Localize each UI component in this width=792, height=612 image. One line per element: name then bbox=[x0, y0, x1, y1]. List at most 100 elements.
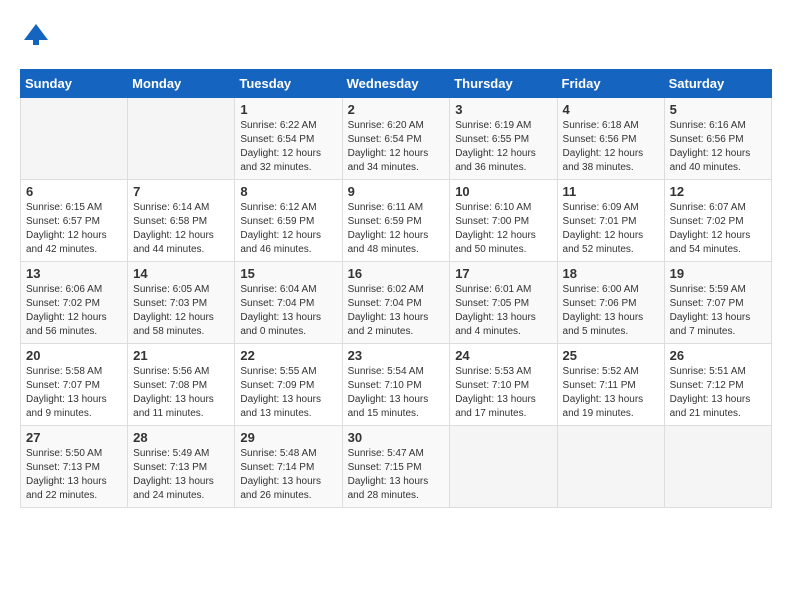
day-detail: Sunrise: 6:22 AM Sunset: 6:54 PM Dayligh… bbox=[240, 119, 336, 175]
calendar-cell: 14 Sunrise: 6:05 AM Sunset: 7:03 PM Dayli… bbox=[128, 262, 235, 344]
day-number: 5 bbox=[670, 102, 766, 117]
calendar-week-4: 20Sunrise: 5:58 AM Sunset: 7:07 PM Dayli… bbox=[21, 344, 772, 426]
day-detail: Sunrise: 6:09 AM Sunset: 7:01 PM Dayligh… bbox=[563, 201, 659, 257]
day-number: 23 bbox=[348, 348, 445, 363]
day-detail: Sunrise: 6:06 AM Sunset: 7:02 PM Dayligh… bbox=[26, 283, 122, 339]
calendar-cell: 1 Sunrise: 6:22 AM Sunset: 6:54 PM Daylig… bbox=[235, 98, 342, 180]
day-number: 9 bbox=[348, 184, 445, 199]
calendar-header-thursday: Thursday bbox=[450, 70, 557, 98]
day-number: 17 bbox=[455, 266, 551, 281]
calendar-cell: 18 Sunrise: 6:00 AM Sunset: 7:06 PM Dayli… bbox=[557, 262, 664, 344]
day-detail: Sunrise: 6:00 AM Sunset: 7:06 PM Dayligh… bbox=[563, 283, 659, 339]
calendar-cell: 25Sunrise: 5:52 AM Sunset: 7:11 PM Dayli… bbox=[557, 344, 664, 426]
day-number: 11 bbox=[563, 184, 659, 199]
day-number: 21 bbox=[133, 348, 229, 363]
day-number: 10 bbox=[455, 184, 551, 199]
calendar-cell: 3 Sunrise: 6:19 AM Sunset: 6:55 PM Daylig… bbox=[450, 98, 557, 180]
day-number: 2 bbox=[348, 102, 445, 117]
calendar-cell: 22 Sunrise: 5:55 AM Sunset: 7:09 PM Dayli… bbox=[235, 344, 342, 426]
day-detail: Sunrise: 5:47 AM Sunset: 7:15 PM Dayligh… bbox=[348, 447, 445, 503]
calendar-cell bbox=[664, 426, 771, 508]
day-detail: Sunrise: 5:50 AM Sunset: 7:13 PM Dayligh… bbox=[26, 447, 122, 503]
calendar-header-saturday: Saturday bbox=[664, 70, 771, 98]
calendar-table: SundayMondayTuesdayWednesdayThursdayFrid… bbox=[20, 69, 772, 508]
day-detail: Sunrise: 5:49 AM Sunset: 7:13 PM Dayligh… bbox=[133, 447, 229, 503]
calendar-cell: 19 Sunrise: 5:59 AM Sunset: 7:07 PM Dayli… bbox=[664, 262, 771, 344]
day-number: 4 bbox=[563, 102, 659, 117]
day-detail: Sunrise: 5:53 AM Sunset: 7:10 PM Dayligh… bbox=[455, 365, 551, 421]
calendar-cell: 24 Sunrise: 5:53 AM Sunset: 7:10 PM Dayli… bbox=[450, 344, 557, 426]
day-detail: Sunrise: 6:05 AM Sunset: 7:03 PM Dayligh… bbox=[133, 283, 229, 339]
day-number: 22 bbox=[240, 348, 336, 363]
calendar-cell: 4 Sunrise: 6:18 AM Sunset: 6:56 PM Daylig… bbox=[557, 98, 664, 180]
calendar-cell: 27 Sunrise: 5:50 AM Sunset: 7:13 PM Dayli… bbox=[21, 426, 128, 508]
calendar-header-sunday: Sunday bbox=[21, 70, 128, 98]
day-detail: Sunrise: 6:07 AM Sunset: 7:02 PM Dayligh… bbox=[670, 201, 766, 257]
day-detail: Sunrise: 6:15 AM Sunset: 6:57 PM Dayligh… bbox=[26, 201, 122, 257]
day-detail: Sunrise: 6:02 AM Sunset: 7:04 PM Dayligh… bbox=[348, 283, 445, 339]
calendar-cell: 16 Sunrise: 6:02 AM Sunset: 7:04 PM Dayli… bbox=[342, 262, 450, 344]
day-number: 18 bbox=[563, 266, 659, 281]
calendar-cell: 21 Sunrise: 5:56 AM Sunset: 7:08 PM Dayli… bbox=[128, 344, 235, 426]
calendar-cell: 20Sunrise: 5:58 AM Sunset: 7:07 PM Dayli… bbox=[21, 344, 128, 426]
day-number: 26 bbox=[670, 348, 766, 363]
day-detail: Sunrise: 6:20 AM Sunset: 6:54 PM Dayligh… bbox=[348, 119, 445, 175]
day-number: 29 bbox=[240, 430, 336, 445]
calendar-cell bbox=[128, 98, 235, 180]
calendar-cell: 13 Sunrise: 6:06 AM Sunset: 7:02 PM Dayli… bbox=[21, 262, 128, 344]
day-detail: Sunrise: 6:10 AM Sunset: 7:00 PM Dayligh… bbox=[455, 201, 551, 257]
day-detail: Sunrise: 6:01 AM Sunset: 7:05 PM Dayligh… bbox=[455, 283, 551, 339]
day-detail: Sunrise: 6:19 AM Sunset: 6:55 PM Dayligh… bbox=[455, 119, 551, 175]
day-number: 13 bbox=[26, 266, 122, 281]
day-number: 3 bbox=[455, 102, 551, 117]
calendar-cell: 2 Sunrise: 6:20 AM Sunset: 6:54 PM Daylig… bbox=[342, 98, 450, 180]
calendar-header-wednesday: Wednesday bbox=[342, 70, 450, 98]
day-detail: Sunrise: 5:59 AM Sunset: 7:07 PM Dayligh… bbox=[670, 283, 766, 339]
day-number: 15 bbox=[240, 266, 336, 281]
calendar-cell: 12 Sunrise: 6:07 AM Sunset: 7:02 PM Dayli… bbox=[664, 180, 771, 262]
day-number: 12 bbox=[670, 184, 766, 199]
day-detail: Sunrise: 5:56 AM Sunset: 7:08 PM Dayligh… bbox=[133, 365, 229, 421]
logo bbox=[20, 20, 50, 53]
calendar-cell: 15 Sunrise: 6:04 AM Sunset: 7:04 PM Dayli… bbox=[235, 262, 342, 344]
calendar-cell: 7Sunrise: 6:14 AM Sunset: 6:58 PM Daylig… bbox=[128, 180, 235, 262]
day-detail: Sunrise: 6:04 AM Sunset: 7:04 PM Dayligh… bbox=[240, 283, 336, 339]
day-detail: Sunrise: 5:51 AM Sunset: 7:12 PM Dayligh… bbox=[670, 365, 766, 421]
day-detail: Sunrise: 5:55 AM Sunset: 7:09 PM Dayligh… bbox=[240, 365, 336, 421]
day-detail: Sunrise: 6:11 AM Sunset: 6:59 PM Dayligh… bbox=[348, 201, 445, 257]
day-number: 19 bbox=[670, 266, 766, 281]
page-header bbox=[20, 20, 772, 53]
calendar-cell: 30 Sunrise: 5:47 AM Sunset: 7:15 PM Dayli… bbox=[342, 426, 450, 508]
calendar-header-friday: Friday bbox=[557, 70, 664, 98]
calendar-header-tuesday: Tuesday bbox=[235, 70, 342, 98]
day-number: 30 bbox=[348, 430, 445, 445]
calendar-cell: 8Sunrise: 6:12 AM Sunset: 6:59 PM Daylig… bbox=[235, 180, 342, 262]
calendar-header-row: SundayMondayTuesdayWednesdayThursdayFrid… bbox=[21, 70, 772, 98]
calendar-cell: 28Sunrise: 5:49 AM Sunset: 7:13 PM Dayli… bbox=[128, 426, 235, 508]
day-number: 14 bbox=[133, 266, 229, 281]
calendar-cell: 10 Sunrise: 6:10 AM Sunset: 7:00 PM Dayli… bbox=[450, 180, 557, 262]
calendar-cell: 26 Sunrise: 5:51 AM Sunset: 7:12 PM Dayli… bbox=[664, 344, 771, 426]
day-number: 20 bbox=[26, 348, 122, 363]
calendar-week-3: 13 Sunrise: 6:06 AM Sunset: 7:02 PM Dayli… bbox=[21, 262, 772, 344]
calendar-cell bbox=[557, 426, 664, 508]
day-number: 27 bbox=[26, 430, 122, 445]
day-detail: Sunrise: 5:54 AM Sunset: 7:10 PM Dayligh… bbox=[348, 365, 445, 421]
day-detail: Sunrise: 6:14 AM Sunset: 6:58 PM Dayligh… bbox=[133, 201, 229, 257]
calendar-week-5: 27 Sunrise: 5:50 AM Sunset: 7:13 PM Dayli… bbox=[21, 426, 772, 508]
day-detail: Sunrise: 5:48 AM Sunset: 7:14 PM Dayligh… bbox=[240, 447, 336, 503]
calendar-cell: 17 Sunrise: 6:01 AM Sunset: 7:05 PM Dayli… bbox=[450, 262, 557, 344]
day-number: 1 bbox=[240, 102, 336, 117]
logo-icon bbox=[22, 20, 50, 48]
day-number: 8 bbox=[240, 184, 336, 199]
calendar-cell: 6 Sunrise: 6:15 AM Sunset: 6:57 PM Daylig… bbox=[21, 180, 128, 262]
day-number: 6 bbox=[26, 184, 122, 199]
calendar-week-2: 6 Sunrise: 6:15 AM Sunset: 6:57 PM Daylig… bbox=[21, 180, 772, 262]
day-number: 16 bbox=[348, 266, 445, 281]
calendar-cell bbox=[21, 98, 128, 180]
day-number: 24 bbox=[455, 348, 551, 363]
calendar-cell bbox=[450, 426, 557, 508]
calendar-cell: 5Sunrise: 6:16 AM Sunset: 6:56 PM Daylig… bbox=[664, 98, 771, 180]
day-detail: Sunrise: 6:18 AM Sunset: 6:56 PM Dayligh… bbox=[563, 119, 659, 175]
calendar-cell: 29 Sunrise: 5:48 AM Sunset: 7:14 PM Dayli… bbox=[235, 426, 342, 508]
